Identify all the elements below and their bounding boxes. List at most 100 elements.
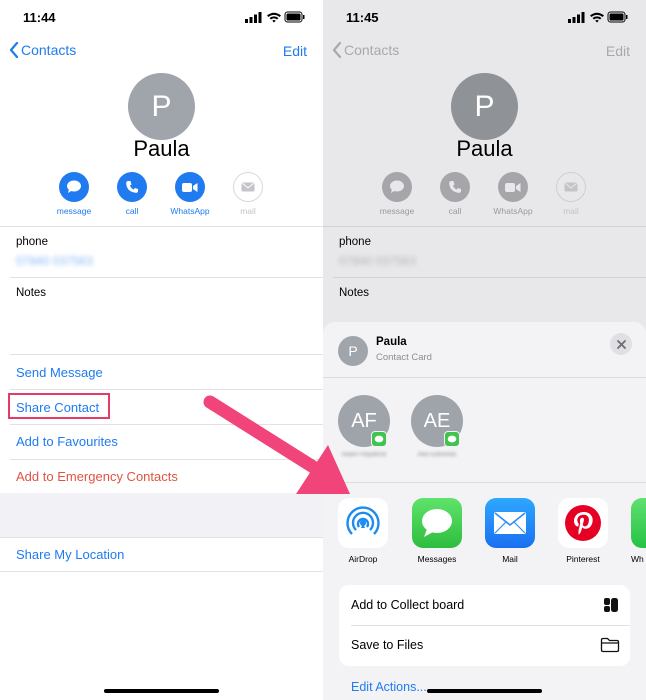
app-label: Pinterest: [566, 554, 600, 564]
video-icon: [498, 172, 528, 202]
save-to-files-action[interactable]: Save to Files: [351, 638, 423, 652]
mail-action-label: mail: [563, 206, 579, 216]
phone-icon: [117, 172, 147, 202]
whatsapp-action: WhatsApp: [485, 172, 541, 216]
call-action[interactable]: call: [104, 172, 160, 216]
mail-action[interactable]: mail: [220, 172, 276, 216]
contact-avatar: P: [451, 73, 518, 140]
divider: [10, 277, 323, 278]
notes-label: Notes: [16, 287, 47, 299]
pinterest-app[interactable]: Pinterest: [555, 498, 611, 564]
app-label: AirDrop: [348, 554, 378, 564]
video-icon: [175, 172, 205, 202]
collect-board-action[interactable]: Add to Collect board: [351, 598, 464, 612]
add-emergency-row[interactable]: Add to Emergency Contacts: [16, 469, 178, 484]
status-icons: [245, 11, 305, 23]
messages-icon: [412, 498, 462, 548]
whatsapp-action-label: WhatsApp: [170, 206, 210, 216]
folder-icon: [600, 637, 620, 653]
share-sheet-screen: 11:45 Contacts Edit P Paula message call…: [323, 0, 646, 700]
divider: [10, 354, 323, 355]
send-message-row[interactable]: Send Message: [16, 365, 103, 380]
message-action-label: message: [379, 206, 415, 216]
divider: [333, 277, 646, 278]
nav-bar: Contacts Edit: [323, 40, 646, 64]
message-bubble-icon: [59, 172, 89, 202]
whatsapp-action-label: WhatsApp: [493, 206, 533, 216]
contact-name: Paula: [456, 136, 513, 161]
phone-number: 07840 037563: [339, 254, 416, 268]
edit-actions-link[interactable]: Edit Actions...: [351, 680, 427, 694]
person-name: Alex Edmonds: [417, 452, 457, 458]
app-label: Mail: [502, 554, 518, 564]
close-icon: [616, 339, 626, 349]
status-bar: 11:44: [0, 0, 323, 34]
message-action: message: [369, 172, 425, 216]
sheet-contact-subtitle: Contact Card: [376, 352, 432, 363]
home-indicator: [104, 689, 219, 693]
status-time: 11:44: [23, 10, 56, 25]
home-indicator: [427, 689, 542, 693]
divider: [0, 537, 323, 538]
share-location-row[interactable]: Share My Location: [16, 547, 124, 562]
mail-app[interactable]: Mail: [482, 498, 538, 564]
whatsapp-icon: [631, 498, 646, 548]
message-action[interactable]: message: [46, 172, 102, 216]
status-icons: [568, 11, 628, 23]
action-list: Add to Collect board Save to Files: [339, 585, 630, 666]
sheet-contact-name: Paula: [376, 336, 407, 348]
app-label: Wh: [631, 554, 644, 564]
divider: [323, 482, 646, 483]
app-label: Messages: [417, 554, 457, 564]
quick-actions: message call WhatsApp mail: [368, 172, 608, 218]
status-bar: 11:45: [323, 0, 646, 34]
back-label: Contacts: [21, 42, 77, 58]
contact-name: Paula: [133, 136, 190, 161]
pinterest-icon: [558, 498, 608, 548]
back-button: Contacts: [332, 42, 399, 58]
quick-actions: message call WhatsApp mail: [45, 172, 285, 218]
phone-number[interactable]: 07840 037563: [16, 254, 93, 268]
messages-app[interactable]: Messages: [409, 498, 465, 564]
divider: [351, 625, 630, 626]
mail-action: mail: [543, 172, 599, 216]
call-action-label: call: [448, 206, 462, 216]
share-contact-row[interactable]: Share Contact: [16, 400, 99, 415]
back-button[interactable]: Contacts: [9, 42, 76, 58]
call-action-label: call: [125, 206, 139, 216]
back-label: Contacts: [344, 42, 400, 58]
divider: [323, 377, 646, 378]
chevron-left-icon: [332, 42, 342, 58]
mail-icon: [485, 498, 535, 548]
contact-avatar: P: [128, 73, 195, 140]
close-button[interactable]: [610, 333, 632, 355]
messages-badge-icon: [444, 431, 460, 447]
annotation-arrow-icon: [203, 395, 350, 494]
nav-bar: Contacts Edit: [0, 40, 323, 64]
message-action-label: message: [56, 206, 92, 216]
contact-detail-screen: 11:44 Contacts Edit P Paula message call…: [0, 0, 323, 700]
messages-badge-icon: [371, 431, 387, 447]
phone-label: phone: [339, 236, 371, 248]
envelope-icon: [233, 172, 263, 202]
envelope-icon: [556, 172, 586, 202]
add-favourites-row[interactable]: Add to Favourites: [16, 434, 118, 449]
edit-button: Edit: [605, 43, 630, 59]
divider: [0, 226, 323, 227]
status-time: 11:45: [346, 10, 379, 25]
phone-icon: [440, 172, 470, 202]
phone-label: phone: [16, 236, 48, 248]
edit-button[interactable]: Edit: [283, 43, 307, 59]
collect-board-icon: [604, 598, 618, 612]
divider: [0, 571, 323, 572]
whatsapp-app[interactable]: Wh: [628, 498, 646, 564]
sheet-contact-avatar: P: [338, 336, 368, 366]
whatsapp-action[interactable]: WhatsApp: [162, 172, 218, 216]
airdrop-person[interactable]: AE Alex Edmonds: [407, 395, 467, 459]
call-action: call: [427, 172, 483, 216]
divider: [323, 226, 646, 227]
mail-action-label: mail: [240, 206, 256, 216]
message-bubble-icon: [382, 172, 412, 202]
chevron-left-icon: [9, 42, 19, 58]
share-sheet: P Paula Contact Card AF Adam Fitzpatrick…: [323, 322, 646, 700]
